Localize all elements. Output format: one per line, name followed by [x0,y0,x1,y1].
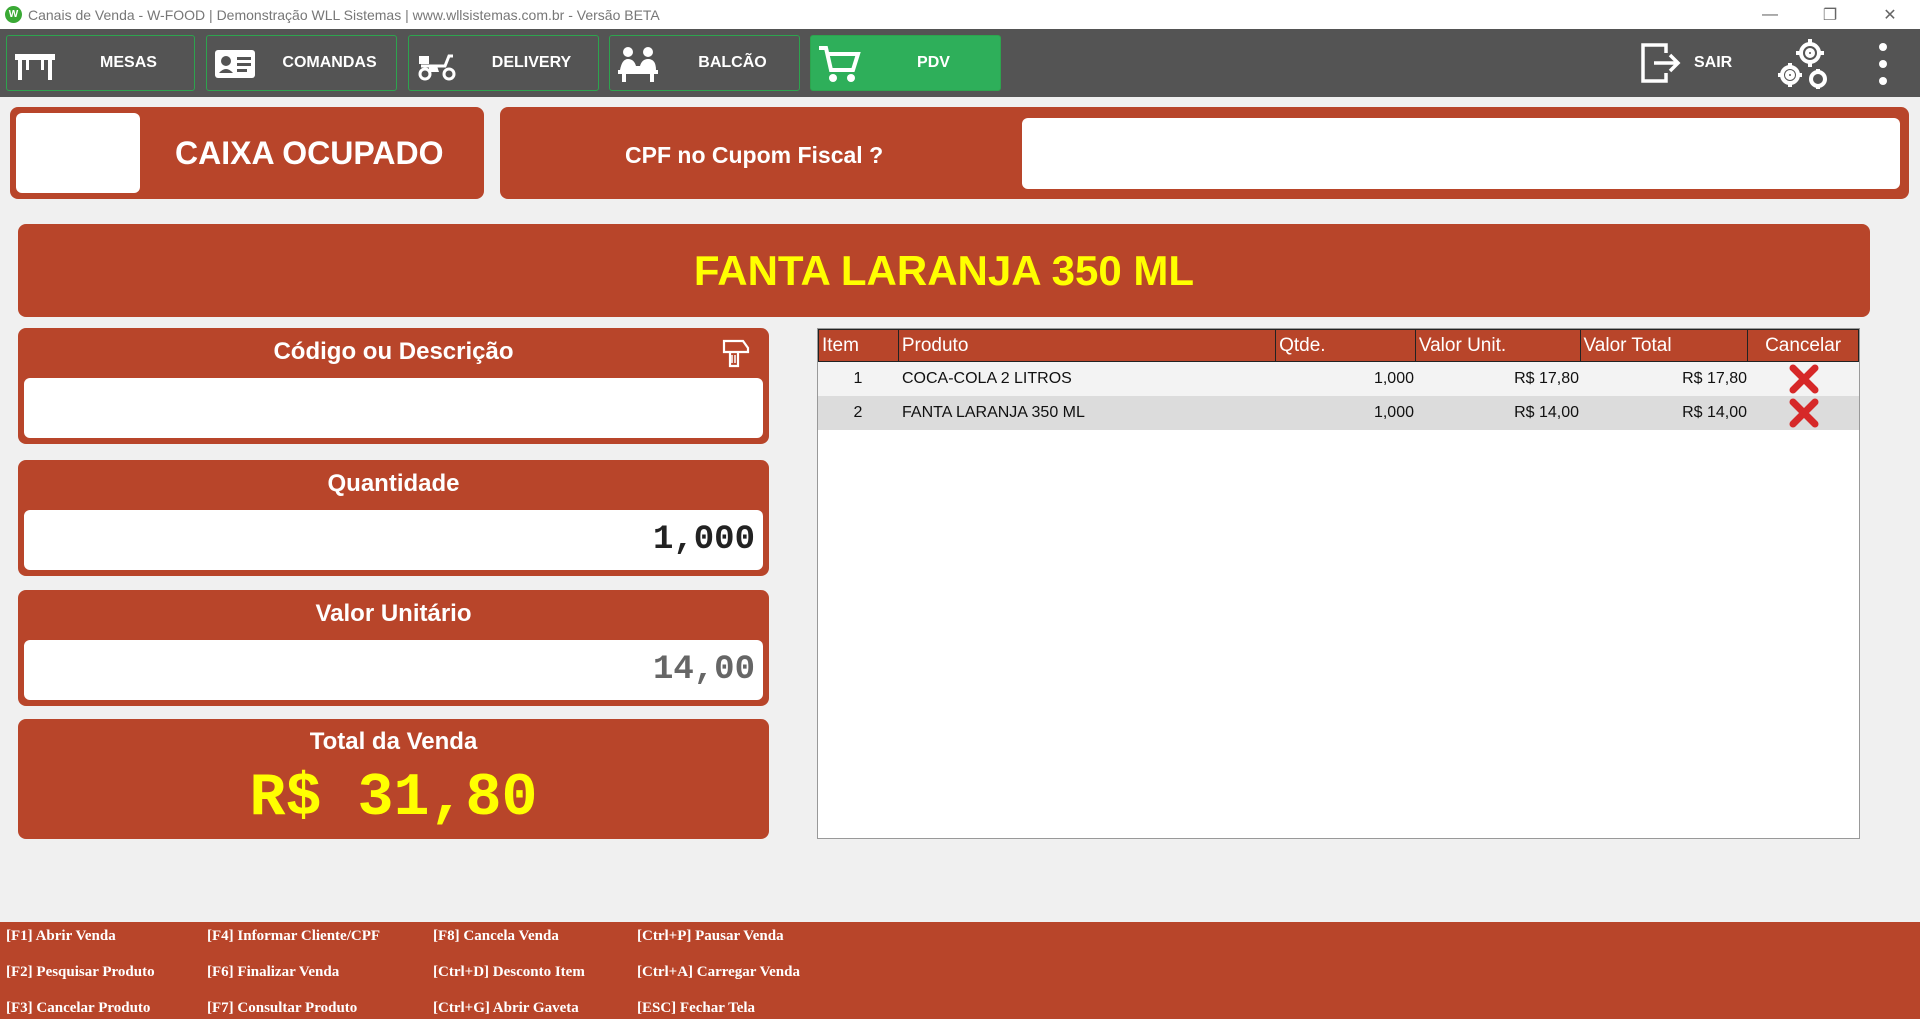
cell-qtde: 1,000 [1373,404,1414,421]
comandas-button[interactable]: COMANDAS [206,35,397,91]
window-controls: — ❐ ✕ [1740,0,1920,29]
caixa-status-panel: CAIXA OCUPADO [10,107,484,199]
cancel-item-icon[interactable] [1788,364,1820,394]
mesas-label: MESAS [100,54,157,71]
header-valor-total[interactable]: Valor Total [1581,330,1749,361]
shortcut-f7: [F7] Consultar Produto [207,1000,358,1016]
barcode-scanner-icon[interactable] [721,338,751,368]
shortcut-f2: [F2] Pesquisar Produto [6,964,155,980]
table-row[interactable]: 2 FANTA LARANJA 350 ML 1,000 R$ 14,00 R$… [818,396,1859,430]
table-row[interactable]: 1 COCA-COLA 2 LITROS 1,000 R$ 17,80 R$ 1… [818,362,1859,396]
codigo-input[interactable] [24,378,763,438]
cell-produto: FANTA LARANJA 350 ML [902,404,1085,421]
header-cancelar[interactable]: Cancelar [1748,330,1858,361]
cell-cancelar [1749,398,1859,428]
shortcut-f6: [F6] Finalizar Venda [207,964,340,980]
delivery-button[interactable]: DELIVERY [408,35,599,91]
shortcut-ctrl-d: [Ctrl+D] Desconto Item [433,964,585,980]
id-card-icon [215,50,255,78]
caixa-status-text: CAIXA OCUPADO [175,135,444,171]
shortcut-f3: [F3] Cancelar Produto [6,1000,151,1016]
items-grid-header: Item Produto Qtde. Valor Unit. Valor Tot… [818,329,1859,362]
valor-unitario-panel: Valor Unitário [18,590,769,706]
codigo-label: Código ou Descrição [273,338,514,365]
sair-label: SAIR [1694,54,1733,71]
comandas-label: COMANDAS [282,54,377,71]
table-icon [15,54,55,80]
valor-unitario-input[interactable] [24,640,763,700]
header-qtde[interactable]: Qtde. [1276,330,1416,361]
current-product-banner: FANTA LARANJA 350 ML [18,224,1870,317]
shortcut-f1: [F1] Abrir Venda [6,928,116,944]
window-title: Canais de Venda - W-FOOD | Demonstração … [28,6,660,23]
logout-icon [1641,43,1681,83]
header-produto[interactable]: Produto [899,330,1277,361]
shortcut-ctrl-a: [Ctrl+A] Carregar Venda [637,964,800,980]
total-venda-value: R$ 31,80 [249,765,538,833]
scooter-icon [418,54,456,81]
shortcut-f4: [F4] Informar Cliente/CPF [207,928,381,944]
total-venda-panel: Total da Venda R$ 31,80 [18,719,769,839]
shortcut-f8: [F8] Cancela Venda [433,928,559,944]
delivery-label: DELIVERY [491,54,572,71]
window-titlebar: W Canais de Venda - W-FOOD | Demonstraçã… [0,0,1920,29]
shopping-cart-icon [819,46,861,82]
cell-valor-total: R$ 14,00 [1682,404,1747,421]
items-grid: Item Produto Qtde. Valor Unit. Valor Tot… [817,328,1860,839]
current-product-name: FANTA LARANJA 350 ML [693,246,1195,294]
cell-qtde: 1,000 [1373,370,1414,387]
cell-valor-total: R$ 17,80 [1682,370,1747,387]
total-venda-label: Total da Venda [309,728,478,755]
cpf-panel: CPF no Cupom Fiscal ? [500,107,1909,199]
shortcut-ctrl-g: [Ctrl+G] Abrir Gaveta [433,1000,579,1016]
counter-service-icon [618,47,658,82]
shortcut-esc: [ESC] Fechar Tela [637,1000,756,1016]
more-options-icon[interactable] [1872,43,1894,85]
sair-button[interactable]: SAIR [1640,35,1750,91]
cpf-input[interactable] [1022,118,1900,189]
cell-produto: COCA-COLA 2 LITROS [902,370,1072,387]
quantidade-input[interactable] [24,510,763,570]
shortcut-footer: [F1] Abrir Venda [F2] Pesquisar Produto … [0,922,1920,1019]
pdv-button[interactable]: PDV [810,35,1001,91]
pdv-label: PDV [917,54,950,71]
restore-button[interactable]: ❐ [1800,0,1860,29]
header-item[interactable]: Item [819,330,899,361]
cell-item: 1 [853,370,863,387]
valor-unitario-label: Valor Unitário [315,600,472,627]
shortcut-ctrl-p: [Ctrl+P] Pausar Venda [637,928,784,944]
main-toolbar: MESAS COMANDAS DELIVERY BALCÃO PDV SAIR [0,29,1920,97]
codigo-panel: Código ou Descrição [18,328,769,444]
header-valor-unit[interactable]: Valor Unit. [1416,330,1581,361]
cell-cancelar [1749,364,1859,394]
minimize-button[interactable]: — [1740,0,1800,29]
balcao-button[interactable]: BALCÃO [609,35,800,91]
cell-item: 2 [853,404,863,421]
cell-valor-unit: R$ 14,00 [1514,404,1579,421]
app-logo-icon: W [5,6,22,23]
cancel-item-icon[interactable] [1788,398,1820,428]
quantidade-panel: Quantidade [18,460,769,576]
settings-gears-icon[interactable] [1776,37,1832,91]
cpf-label: CPF no Cupom Fiscal ? [625,142,884,168]
mesas-button[interactable]: MESAS [6,35,195,91]
close-button[interactable]: ✕ [1860,0,1920,29]
caixa-status-indicator [16,113,140,193]
quantidade-label: Quantidade [327,470,460,497]
balcao-label: BALCÃO [698,54,767,71]
cell-valor-unit: R$ 17,80 [1514,370,1579,387]
